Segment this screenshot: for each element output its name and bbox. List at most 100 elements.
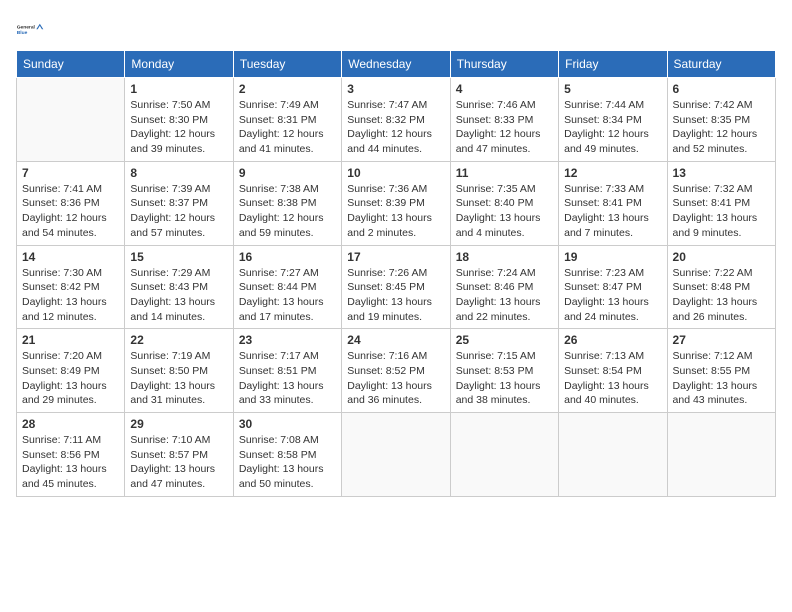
day-info: Sunrise: 7:44 AM Sunset: 8:34 PM Dayligh…	[564, 98, 661, 157]
calendar-cell: 4Sunrise: 7:46 AM Sunset: 8:33 PM Daylig…	[450, 78, 558, 162]
calendar-cell: 17 Sunrise: 7:26 AM Sunset: 8:45 PM Dayli…	[342, 245, 450, 329]
day-info: Sunrise: 7:16 AM Sunset: 8:52 PM Dayligh…	[347, 349, 444, 408]
calendar-cell: 30 Sunrise: 7:08 AM Sunset: 8:58 PM Dayli…	[233, 413, 341, 497]
calendar-week-row: 1 Sunrise: 7:50 AM Sunset: 8:30 PM Daylig…	[17, 78, 776, 162]
calendar-cell: 27 Sunrise: 7:12 AM Sunset: 8:55 PM Dayli…	[667, 329, 775, 413]
calendar-cell: 23 Sunrise: 7:17 AM Sunset: 8:51 PM Dayli…	[233, 329, 341, 413]
calendar-cell	[667, 413, 775, 497]
day-number: 3	[347, 82, 444, 96]
calendar-cell: 6 Sunrise: 7:42 AM Sunset: 8:35 PM Daylig…	[667, 78, 775, 162]
calendar-cell	[450, 413, 558, 497]
day-number: 19	[564, 250, 661, 264]
calendar-cell: 1 Sunrise: 7:50 AM Sunset: 8:30 PM Daylig…	[125, 78, 233, 162]
day-number: 11	[456, 166, 553, 180]
day-number: 28	[22, 417, 119, 431]
day-number: 30	[239, 417, 336, 431]
day-info: Sunrise: 7:50 AM Sunset: 8:30 PM Dayligh…	[130, 98, 227, 157]
day-info: Sunrise: 7:13 AM Sunset: 8:54 PM Dayligh…	[564, 349, 661, 408]
calendar-week-row: 14 Sunrise: 7:30 AM Sunset: 8:42 PM Dayli…	[17, 245, 776, 329]
calendar-cell: 13 Sunrise: 7:32 AM Sunset: 8:41 PM Dayli…	[667, 161, 775, 245]
calendar-cell: 3 Sunrise: 7:47 AM Sunset: 8:32 PM Daylig…	[342, 78, 450, 162]
day-info: Sunrise: 7:26 AM Sunset: 8:45 PM Dayligh…	[347, 266, 444, 325]
day-info: Sunrise: 7:33 AM Sunset: 8:41 PM Dayligh…	[564, 182, 661, 241]
day-info: Sunrise: 7:11 AM Sunset: 8:56 PM Dayligh…	[22, 433, 119, 492]
logo-icon: GeneralBlue	[16, 16, 44, 44]
calendar-cell: 12 Sunrise: 7:33 AM Sunset: 8:41 PM Dayli…	[559, 161, 667, 245]
calendar-cell: 8 Sunrise: 7:39 AM Sunset: 8:37 PM Daylig…	[125, 161, 233, 245]
calendar-cell	[559, 413, 667, 497]
day-number: 16	[239, 250, 336, 264]
day-info: Sunrise: 7:29 AM Sunset: 8:43 PM Dayligh…	[130, 266, 227, 325]
calendar-week-row: 7Sunrise: 7:41 AM Sunset: 8:36 PM Daylig…	[17, 161, 776, 245]
calendar-cell	[17, 78, 125, 162]
day-number: 5	[564, 82, 661, 96]
calendar-cell	[342, 413, 450, 497]
calendar-cell: 9 Sunrise: 7:38 AM Sunset: 8:38 PM Daylig…	[233, 161, 341, 245]
calendar-table: SundayMondayTuesdayWednesdayThursdayFrid…	[16, 50, 776, 497]
calendar-cell: 15 Sunrise: 7:29 AM Sunset: 8:43 PM Dayli…	[125, 245, 233, 329]
calendar-cell: 29 Sunrise: 7:10 AM Sunset: 8:57 PM Dayli…	[125, 413, 233, 497]
calendar-cell: 7Sunrise: 7:41 AM Sunset: 8:36 PM Daylig…	[17, 161, 125, 245]
day-number: 4	[456, 82, 553, 96]
calendar-cell: 25 Sunrise: 7:15 AM Sunset: 8:53 PM Dayli…	[450, 329, 558, 413]
day-info: Sunrise: 7:20 AM Sunset: 8:49 PM Dayligh…	[22, 349, 119, 408]
day-of-week-header: Tuesday	[233, 51, 341, 78]
day-of-week-header: Monday	[125, 51, 233, 78]
calendar-cell: 5 Sunrise: 7:44 AM Sunset: 8:34 PM Daylig…	[559, 78, 667, 162]
day-info: Sunrise: 7:27 AM Sunset: 8:44 PM Dayligh…	[239, 266, 336, 325]
calendar-cell: 21Sunrise: 7:20 AM Sunset: 8:49 PM Dayli…	[17, 329, 125, 413]
day-number: 29	[130, 417, 227, 431]
day-info: Sunrise: 7:08 AM Sunset: 8:58 PM Dayligh…	[239, 433, 336, 492]
day-number: 27	[673, 333, 770, 347]
day-number: 6	[673, 82, 770, 96]
calendar-header-row: SundayMondayTuesdayWednesdayThursdayFrid…	[17, 51, 776, 78]
day-info: Sunrise: 7:23 AM Sunset: 8:47 PM Dayligh…	[564, 266, 661, 325]
day-number: 24	[347, 333, 444, 347]
calendar-cell: 20 Sunrise: 7:22 AM Sunset: 8:48 PM Dayli…	[667, 245, 775, 329]
day-info: Sunrise: 7:12 AM Sunset: 8:55 PM Dayligh…	[673, 349, 770, 408]
calendar-cell: 19 Sunrise: 7:23 AM Sunset: 8:47 PM Dayli…	[559, 245, 667, 329]
day-number: 12	[564, 166, 661, 180]
calendar-cell: 2Sunrise: 7:49 AM Sunset: 8:31 PM Daylig…	[233, 78, 341, 162]
day-info: Sunrise: 7:19 AM Sunset: 8:50 PM Dayligh…	[130, 349, 227, 408]
day-info: Sunrise: 7:17 AM Sunset: 8:51 PM Dayligh…	[239, 349, 336, 408]
logo: GeneralBlue	[16, 16, 44, 44]
day-info: Sunrise: 7:30 AM Sunset: 8:42 PM Dayligh…	[22, 266, 119, 325]
day-number: 22	[130, 333, 227, 347]
day-info: Sunrise: 7:22 AM Sunset: 8:48 PM Dayligh…	[673, 266, 770, 325]
day-info: Sunrise: 7:42 AM Sunset: 8:35 PM Dayligh…	[673, 98, 770, 157]
day-info: Sunrise: 7:47 AM Sunset: 8:32 PM Dayligh…	[347, 98, 444, 157]
day-number: 1	[130, 82, 227, 96]
day-info: Sunrise: 7:41 AM Sunset: 8:36 PM Dayligh…	[22, 182, 119, 241]
calendar-week-row: 28 Sunrise: 7:11 AM Sunset: 8:56 PM Dayli…	[17, 413, 776, 497]
day-number: 15	[130, 250, 227, 264]
calendar-cell: 26Sunrise: 7:13 AM Sunset: 8:54 PM Dayli…	[559, 329, 667, 413]
day-number: 17	[347, 250, 444, 264]
day-info: Sunrise: 7:39 AM Sunset: 8:37 PM Dayligh…	[130, 182, 227, 241]
day-number: 10	[347, 166, 444, 180]
day-info: Sunrise: 7:15 AM Sunset: 8:53 PM Dayligh…	[456, 349, 553, 408]
calendar-cell: 14 Sunrise: 7:30 AM Sunset: 8:42 PM Dayli…	[17, 245, 125, 329]
day-info: Sunrise: 7:38 AM Sunset: 8:38 PM Dayligh…	[239, 182, 336, 241]
day-info: Sunrise: 7:32 AM Sunset: 8:41 PM Dayligh…	[673, 182, 770, 241]
calendar-cell: 18Sunrise: 7:24 AM Sunset: 8:46 PM Dayli…	[450, 245, 558, 329]
day-info: Sunrise: 7:49 AM Sunset: 8:31 PM Dayligh…	[239, 98, 336, 157]
day-number: 25	[456, 333, 553, 347]
day-of-week-header: Saturday	[667, 51, 775, 78]
calendar-cell: 22 Sunrise: 7:19 AM Sunset: 8:50 PM Dayli…	[125, 329, 233, 413]
day-number: 23	[239, 333, 336, 347]
calendar-cell: 11Sunrise: 7:35 AM Sunset: 8:40 PM Dayli…	[450, 161, 558, 245]
page-header: GeneralBlue	[16, 16, 776, 44]
calendar-cell: 28 Sunrise: 7:11 AM Sunset: 8:56 PM Dayli…	[17, 413, 125, 497]
day-number: 14	[22, 250, 119, 264]
calendar-cell: 10Sunrise: 7:36 AM Sunset: 8:39 PM Dayli…	[342, 161, 450, 245]
day-number: 8	[130, 166, 227, 180]
day-info: Sunrise: 7:10 AM Sunset: 8:57 PM Dayligh…	[130, 433, 227, 492]
day-number: 9	[239, 166, 336, 180]
svg-text:Blue: Blue	[17, 30, 28, 36]
day-number: 13	[673, 166, 770, 180]
svg-text:General: General	[17, 25, 36, 31]
day-info: Sunrise: 7:24 AM Sunset: 8:46 PM Dayligh…	[456, 266, 553, 325]
day-number: 20	[673, 250, 770, 264]
day-of-week-header: Wednesday	[342, 51, 450, 78]
